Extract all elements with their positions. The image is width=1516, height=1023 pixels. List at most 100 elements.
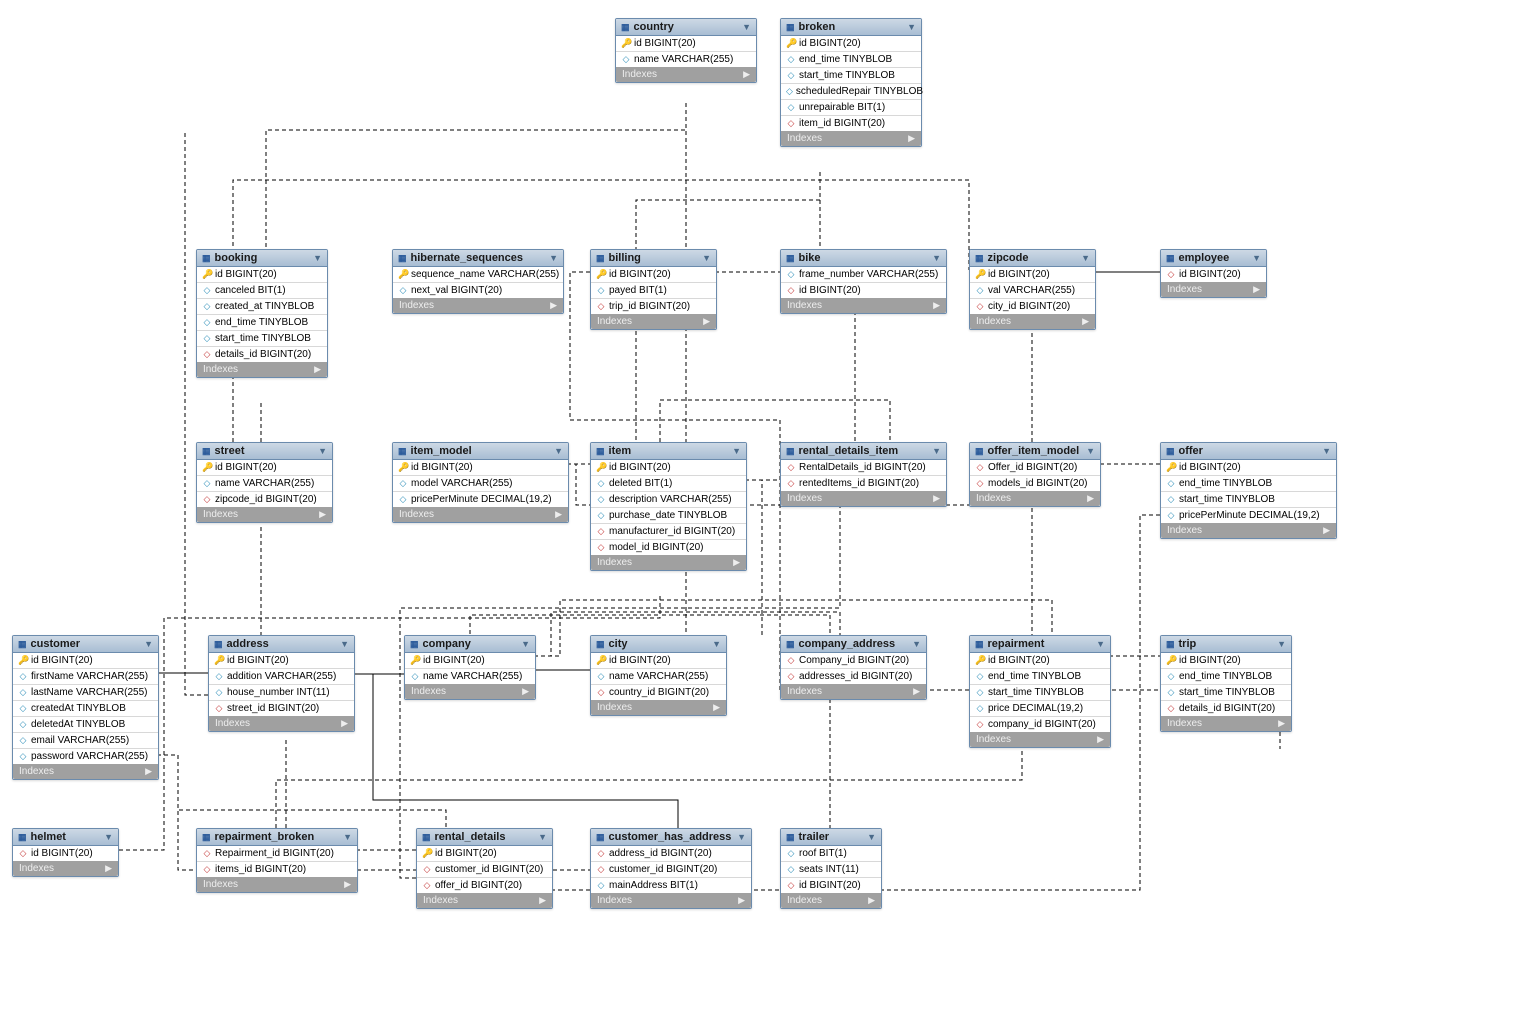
table-repairment[interactable]: ▦repairment▼🔑id BIGINT(20)◇end_time TINY… — [969, 635, 1111, 748]
indexes-section[interactable]: Indexes▶ — [197, 507, 332, 522]
collapse-icon[interactable]: ▼ — [712, 639, 721, 649]
expand-icon[interactable]: ▶ — [1097, 734, 1104, 745]
table-header[interactable]: ▦booking▼ — [197, 250, 327, 267]
collapse-icon[interactable]: ▼ — [104, 832, 113, 842]
column-row[interactable]: ◇firstName VARCHAR(255) — [13, 669, 158, 685]
column-row[interactable]: ◇id BIGINT(20) — [13, 846, 118, 861]
collapse-icon[interactable]: ▼ — [343, 832, 352, 842]
collapse-icon[interactable]: ▼ — [1081, 253, 1090, 263]
indexes-section[interactable]: Indexes▶ — [781, 684, 926, 699]
column-row[interactable]: ◇city_id BIGINT(20) — [970, 299, 1095, 314]
indexes-section[interactable]: Indexes▶ — [13, 861, 118, 876]
column-row[interactable]: ◇model_id BIGINT(20) — [591, 540, 746, 555]
column-row[interactable]: ◇start_time TINYBLOB — [970, 685, 1110, 701]
table-booking[interactable]: ▦booking▼🔑id BIGINT(20)◇canceled BIT(1)◇… — [196, 249, 328, 378]
indexes-section[interactable]: Indexes▶ — [591, 893, 751, 908]
column-row[interactable]: ◇seats INT(11) — [781, 862, 881, 878]
column-row[interactable]: ◇name VARCHAR(255) — [591, 669, 726, 685]
column-row[interactable]: ◇trip_id BIGINT(20) — [591, 299, 716, 314]
column-row[interactable]: ◇price DECIMAL(19,2) — [970, 701, 1110, 717]
expand-icon[interactable]: ▶ — [522, 686, 529, 697]
column-row[interactable]: ◇id BIGINT(20) — [781, 878, 881, 893]
table-helmet[interactable]: ▦helmet▼◇id BIGINT(20)Indexes▶ — [12, 828, 119, 877]
expand-icon[interactable]: ▶ — [145, 766, 152, 777]
column-row[interactable]: ◇pricePerMinute DECIMAL(19,2) — [393, 492, 568, 507]
table-item[interactable]: ▦item▼🔑id BIGINT(20)◇deleted BIT(1)◇desc… — [590, 442, 747, 571]
expand-icon[interactable]: ▶ — [1323, 525, 1330, 536]
indexes-section[interactable]: Indexes▶ — [781, 893, 881, 908]
column-row[interactable]: ◇deletedAt TINYBLOB — [13, 717, 158, 733]
table-zipcode[interactable]: ▦zipcode▼🔑id BIGINT(20)◇val VARCHAR(255)… — [969, 249, 1096, 330]
table-company[interactable]: ▦company▼🔑id BIGINT(20)◇name VARCHAR(255… — [404, 635, 536, 700]
column-row[interactable]: ◇createdAt TINYBLOB — [13, 701, 158, 717]
table-header[interactable]: ▦company_address▼ — [781, 636, 926, 653]
column-row[interactable]: ◇offer_id BIGINT(20) — [417, 878, 552, 893]
column-row[interactable]: ◇zipcode_id BIGINT(20) — [197, 492, 332, 507]
table-customer[interactable]: ▦customer▼🔑id BIGINT(20)◇firstName VARCH… — [12, 635, 159, 780]
column-row[interactable]: ◇end_time TINYBLOB — [197, 315, 327, 331]
collapse-icon[interactable]: ▼ — [554, 446, 563, 456]
indexes-section[interactable]: Indexes▶ — [209, 716, 354, 731]
table-rental_details_item[interactable]: ▦rental_details_item▼◇RentalDetails_id B… — [780, 442, 947, 507]
column-row[interactable]: ◇Company_id BIGINT(20) — [781, 653, 926, 669]
column-row[interactable]: 🔑id BIGINT(20) — [970, 653, 1110, 669]
column-row[interactable]: 🔑id BIGINT(20) — [591, 460, 746, 476]
indexes-section[interactable]: Indexes▶ — [393, 298, 563, 313]
expand-icon[interactable]: ▶ — [344, 879, 351, 890]
indexes-section[interactable]: Indexes▶ — [781, 131, 921, 146]
table-header[interactable]: ▦helmet▼ — [13, 829, 118, 846]
table-bike[interactable]: ▦bike▼◇frame_number VARCHAR(255)◇id BIGI… — [780, 249, 947, 314]
collapse-icon[interactable]: ▼ — [932, 253, 941, 263]
indexes-section[interactable]: Indexes▶ — [781, 491, 946, 506]
column-row[interactable]: ◇password VARCHAR(255) — [13, 749, 158, 764]
table-header[interactable]: ▦trip▼ — [1161, 636, 1291, 653]
indexes-section[interactable]: Indexes▶ — [616, 67, 756, 82]
table-item_model[interactable]: ▦item_model▼🔑id BIGINT(20)◇model VARCHAR… — [392, 442, 569, 523]
table-header[interactable]: ▦company▼ — [405, 636, 535, 653]
column-row[interactable]: ◇start_time TINYBLOB — [1161, 685, 1291, 701]
collapse-icon[interactable]: ▼ — [932, 446, 941, 456]
column-row[interactable]: ◇name VARCHAR(255) — [405, 669, 535, 684]
table-employee[interactable]: ▦employee▼◇id BIGINT(20)Indexes▶ — [1160, 249, 1267, 298]
table-rental_details[interactable]: ▦rental_details▼🔑id BIGINT(20)◇customer_… — [416, 828, 553, 909]
table-company_address[interactable]: ▦company_address▼◇Company_id BIGINT(20)◇… — [780, 635, 927, 700]
table-header[interactable]: ▦hibernate_sequences▼ — [393, 250, 563, 267]
column-row[interactable]: 🔑id BIGINT(20) — [209, 653, 354, 669]
column-row[interactable]: ◇customer_id BIGINT(20) — [591, 862, 751, 878]
indexes-section[interactable]: Indexes▶ — [1161, 282, 1266, 297]
collapse-icon[interactable]: ▼ — [144, 639, 153, 649]
collapse-icon[interactable]: ▼ — [702, 253, 711, 263]
column-row[interactable]: ◇model VARCHAR(255) — [393, 476, 568, 492]
table-header[interactable]: ▦employee▼ — [1161, 250, 1266, 267]
indexes-section[interactable]: Indexes▶ — [405, 684, 535, 699]
column-row[interactable]: 🔑id BIGINT(20) — [970, 267, 1095, 283]
column-row[interactable]: ◇house_number INT(11) — [209, 685, 354, 701]
indexes-section[interactable]: Indexes▶ — [970, 491, 1100, 506]
column-row[interactable]: ◇Offer_id BIGINT(20) — [970, 460, 1100, 476]
column-row[interactable]: 🔑id BIGINT(20) — [781, 36, 921, 52]
column-row[interactable]: ◇details_id BIGINT(20) — [1161, 701, 1291, 716]
expand-icon[interactable]: ▶ — [1082, 316, 1089, 327]
column-row[interactable]: ◇email VARCHAR(255) — [13, 733, 158, 749]
collapse-icon[interactable]: ▼ — [1277, 639, 1286, 649]
indexes-section[interactable]: Indexes▶ — [781, 298, 946, 313]
expand-icon[interactable]: ▶ — [105, 863, 112, 874]
table-header[interactable]: ▦country▼ — [616, 19, 756, 36]
column-row[interactable]: ◇mainAddress BIT(1) — [591, 878, 751, 893]
table-header[interactable]: ▦customer▼ — [13, 636, 158, 653]
indexes-section[interactable]: Indexes▶ — [1161, 523, 1336, 538]
expand-icon[interactable]: ▶ — [713, 702, 720, 713]
column-row[interactable]: ◇start_time TINYBLOB — [197, 331, 327, 347]
expand-icon[interactable]: ▶ — [1253, 284, 1260, 295]
column-row[interactable]: ◇details_id BIGINT(20) — [197, 347, 327, 362]
column-row[interactable]: ◇items_id BIGINT(20) — [197, 862, 357, 877]
column-row[interactable]: ◇scheduledRepair TINYBLOB — [781, 84, 921, 100]
column-row[interactable]: ◇Repairment_id BIGINT(20) — [197, 846, 357, 862]
table-header[interactable]: ▦offer▼ — [1161, 443, 1336, 460]
indexes-section[interactable]: Indexes▶ — [417, 893, 552, 908]
indexes-section[interactable]: Indexes▶ — [591, 314, 716, 329]
column-row[interactable]: 🔑id BIGINT(20) — [197, 267, 327, 283]
column-row[interactable]: ◇end_time TINYBLOB — [781, 52, 921, 68]
column-row[interactable]: ◇company_id BIGINT(20) — [970, 717, 1110, 732]
collapse-icon[interactable]: ▼ — [732, 446, 741, 456]
